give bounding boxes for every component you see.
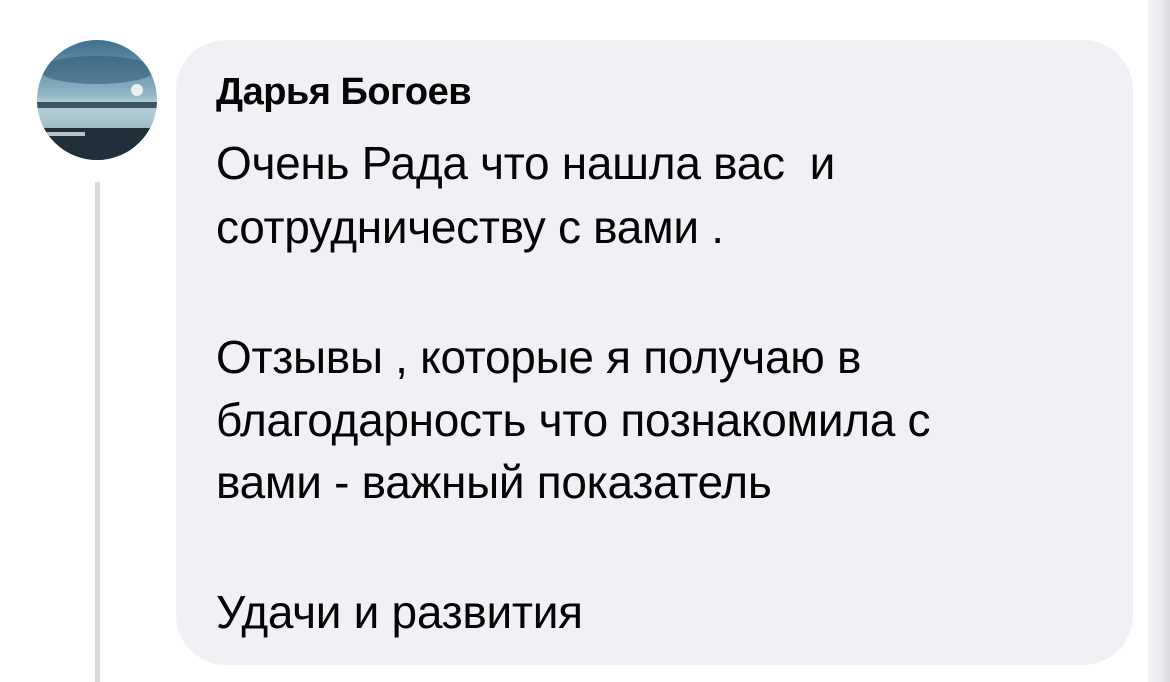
screen-edge-shadow [1148,0,1170,682]
comment-text-line: Отзывы , которые я получаю в [216,331,862,383]
comment-text-line: вами - важный показатель [216,456,772,508]
comment-text-line: Очень Рада что нашла вас и [216,137,836,189]
avatar[interactable] [37,40,157,160]
comment-text-line: Удачи и развития [216,586,583,638]
comment-text-line: сотрудничеству с вами . [216,201,724,253]
comment-author[interactable]: Дарья Богоев [216,71,472,114]
reply-thread-line [95,182,100,682]
avatar-photo-icon [37,40,157,160]
comment-text-line: благодарность что познакомила с [216,394,931,446]
